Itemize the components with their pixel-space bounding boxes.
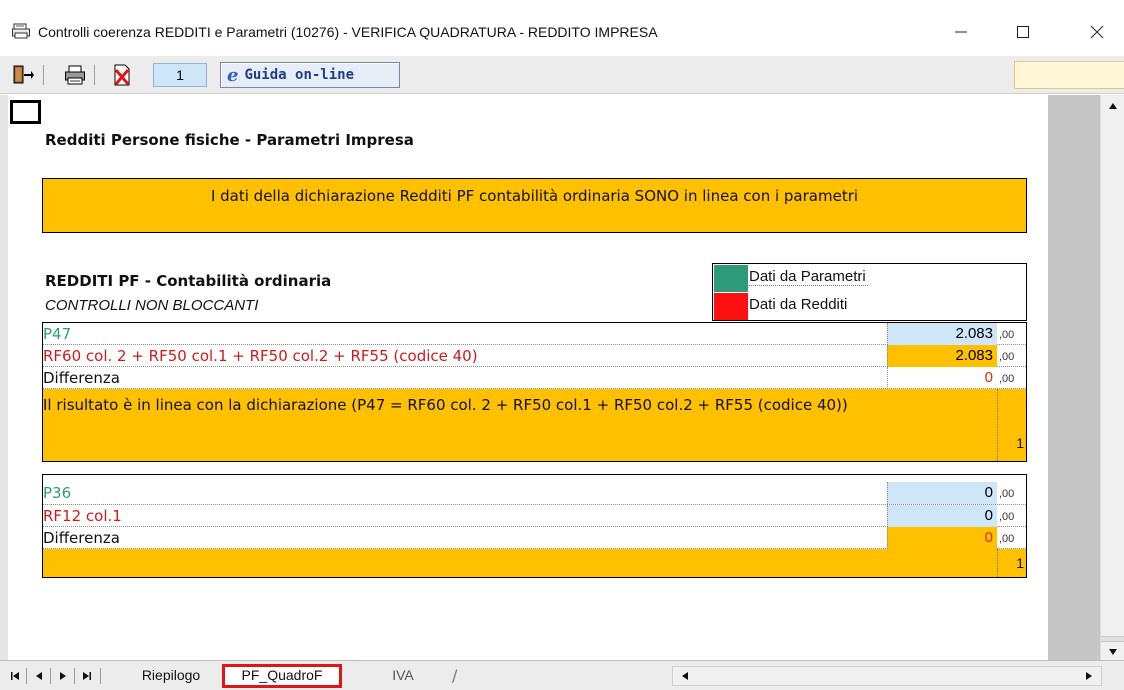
sheet-tab-riepilogo[interactable]: Riepilogo — [124, 664, 218, 688]
nav-separator — [100, 668, 101, 684]
scroll-right-arrow-icon[interactable] — [1079, 667, 1099, 685]
scroll-up-arrow-icon[interactable] — [1101, 97, 1124, 115]
section-title: Redditi Persone fisiche - Parametri Impr… — [45, 131, 414, 149]
close-icon — [1090, 25, 1104, 39]
row-cents: ,00 — [999, 533, 1015, 545]
table-row: P36 0 ,00 — [43, 475, 1026, 505]
toolbar: 1 e Guida on-line — [0, 56, 1124, 94]
window-title: Controlli coerenza REDDITI e Parametri (… — [38, 24, 658, 40]
status-banner: I dati della dichiarazione Redditi PF co… — [42, 178, 1027, 233]
row-cents: ,00 — [999, 511, 1015, 523]
row-value[interactable]: 0 — [887, 482, 997, 504]
delete-document-icon[interactable] — [111, 64, 133, 86]
legend: Dati da Parametri Dati da Redditi — [712, 263, 1027, 321]
table-row: Differenza 0 ,00 — [43, 527, 1026, 549]
selected-cell-marker[interactable] — [10, 100, 41, 124]
page-number-field[interactable]: 1 — [153, 63, 207, 87]
row-label: Differenza — [43, 369, 120, 387]
toolbar-separator — [43, 65, 44, 85]
vertical-scrollbar[interactable] — [1100, 95, 1124, 660]
legend-swatch-parametri — [714, 265, 748, 292]
toolbar-separator — [94, 65, 95, 85]
nav-separator — [50, 668, 51, 684]
toolbar-info-field — [1014, 61, 1124, 89]
row-value[interactable]: 0 — [887, 527, 997, 549]
tab-divider: / — [452, 666, 458, 685]
table-row: RF60 col. 2 + RF50 col.1 + RF50 col.2 + … — [43, 345, 1026, 367]
scrollbar-split-handle[interactable] — [1101, 636, 1124, 642]
check-block-p47: P47 2.083 ,00 RF60 col. 2 + RF50 col.1 +… — [42, 322, 1027, 462]
status-banner-text: I dati della dichiarazione Redditi PF co… — [210, 187, 859, 205]
exit-door-icon[interactable] — [12, 64, 34, 86]
row-value[interactable]: 0 — [887, 367, 997, 389]
minimize-button[interactable] — [938, 14, 984, 50]
title-bar: Controlli coerenza REDDITI e Parametri (… — [0, 0, 1124, 56]
result-row: 1 — [43, 549, 1026, 577]
last-sheet-icon[interactable] — [78, 667, 96, 685]
horizontal-scrollbar[interactable] — [672, 666, 1102, 686]
close-button[interactable] — [1074, 14, 1120, 50]
result-row: Il risultato è in linea con la dichiaraz… — [43, 389, 1026, 461]
online-help-button[interactable]: e Guida on-line — [220, 62, 400, 88]
row-value[interactable]: 2.083 — [887, 345, 997, 367]
first-sheet-icon[interactable] — [6, 667, 24, 685]
row-label: P36 — [43, 484, 72, 502]
minimize-icon — [955, 31, 967, 33]
printer-icon[interactable] — [64, 64, 86, 86]
online-help-label: Guida on-line — [244, 67, 355, 83]
table-row: Differenza 0 ,00 — [43, 367, 1026, 389]
scroll-left-arrow-icon[interactable] — [675, 667, 695, 685]
subsection-note: CONTROLLI NON BLOCCANTI — [45, 297, 259, 314]
previous-sheet-icon[interactable] — [30, 667, 48, 685]
maximize-icon — [1017, 26, 1029, 38]
sheet-tab-iva[interactable]: IVA — [348, 664, 458, 688]
row-label: P47 — [43, 325, 72, 343]
legend-label-parametri: Dati da Parametri — [749, 268, 868, 286]
row-label: RF12 col.1 — [43, 507, 122, 525]
app-icon — [12, 23, 30, 39]
row-value[interactable]: 0 — [887, 505, 997, 527]
row-cents: ,00 — [999, 329, 1015, 341]
maximize-button[interactable] — [1000, 14, 1046, 50]
sheet-tab-pf-quadrof[interactable]: PF_QuadroF — [222, 664, 342, 688]
result-flag: 1 — [997, 549, 1028, 577]
row-label: RF60 col. 2 + RF50 col.1 + RF50 col.2 + … — [43, 347, 478, 365]
scroll-down-arrow-icon[interactable] — [1101, 643, 1124, 661]
row-cents: ,00 — [999, 373, 1015, 385]
result-text: Il risultato è in linea con la dichiaraz… — [43, 396, 848, 414]
table-row: P47 2.083 ,00 — [43, 323, 1026, 345]
row-value[interactable]: 2.083 — [887, 323, 997, 345]
legend-swatch-redditi — [714, 293, 748, 320]
next-sheet-icon[interactable] — [54, 667, 72, 685]
ie-help-icon: e — [227, 64, 239, 86]
row-cents: ,00 — [999, 351, 1015, 363]
subsection-title: REDDITI PF - Contabilità ordinaria — [45, 272, 332, 290]
result-flag: 1 — [997, 389, 1028, 461]
legend-label-redditi: Dati da Redditi — [749, 296, 848, 313]
check-block-p36: P36 0 ,00 RF12 col.1 0 ,00 Differenza 0 … — [42, 474, 1027, 578]
row-label: Differenza — [43, 529, 120, 547]
row-cents: ,00 — [999, 488, 1015, 500]
nav-separator — [74, 668, 75, 684]
sheet-margin-strip — [1048, 95, 1100, 660]
nav-separator — [26, 668, 27, 684]
sheet-tabs-bar: Riepilogo PF_QuadroF IVA / — [0, 660, 1124, 690]
table-row: RF12 col.1 0 ,00 — [43, 505, 1026, 527]
